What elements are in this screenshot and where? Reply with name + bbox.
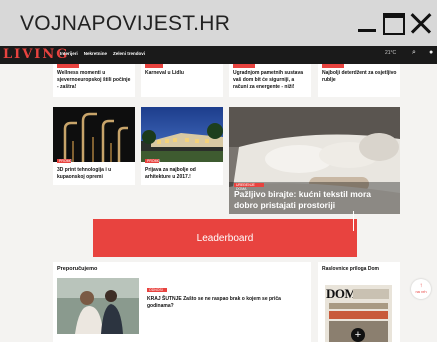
article-card[interactable]: Karneval u Lidlu [141,64,223,97]
leaderboard-ad[interactable]: Leaderboard [93,219,357,257]
article-image [141,107,223,162]
maximize-button[interactable] [383,13,405,35]
article-card[interactable]: PROMO 3D print tehnologija i u kupaonsko… [53,107,135,185]
article-title[interactable]: KRAJ ŠUTNJE Zašto se ne raspao brak o ko… [147,296,287,310]
window-titlebar: VOJNAPOVIJEST.HR [0,0,437,46]
minimize-button[interactable] [356,13,378,35]
search-icon[interactable]: ⌕ [412,49,416,57]
site-navbar: LIVING Interijeri Nekretnine Zeleni tren… [0,46,437,64]
article-card[interactable]: Najbolji deterdžent za osjetljivo rublje [318,64,400,97]
page-content: Wellness momenti u sjevernoeuropskoj šti… [0,64,437,342]
article-image [53,107,135,162]
nav-link-interijeri[interactable]: Interijeri [60,51,78,56]
sidebar-covers: Raslovnice priloga Dom DOM + [318,262,400,342]
article-card[interactable]: Wellness momenti u sjevernoeuropskoj šti… [53,64,135,97]
nav-link-zeleni-trendovi[interactable]: Zeleni trendovi [113,51,145,56]
article-title: Prijava za najbolje od arhitekture u 201… [145,167,196,180]
category-tag: ODNOSI [149,288,163,292]
back-to-top-button[interactable]: ↑ na vrh [411,279,431,299]
divider [353,211,354,231]
add-icon[interactable]: + [351,328,365,342]
sidebar-heading: Raslovnice priloga Dom [322,266,379,272]
nav-link-nekretnine[interactable]: Nekretnine [84,51,107,56]
article-card[interactable]: PROMO Prijava za najbolje od arhitekture… [141,107,223,185]
featured-article-card[interactable]: UREĐENJE DOMA Pažljivo birajte: kućni te… [229,107,400,214]
user-icon[interactable]: ● [429,49,433,56]
window-title: VOJNAPOVIJEST.HR [20,12,231,35]
article-card[interactable]: Ugradnjom pametnih sustava vaš dom bit ć… [229,64,311,97]
recommended-section: Preporučujemo ODNOSI KRAJ ŠUTNJE Zašto s… [53,262,311,342]
category-tag: PROMO [59,159,73,163]
weather-readout: 21°C [385,50,397,56]
close-button[interactable] [410,13,432,35]
article-image[interactable] [57,278,139,334]
featured-article-title: Pažljivo birajte: kućni tekstil mora dob… [234,189,371,210]
section-heading: Preporučujemo [57,266,98,272]
article-title: 3D print tehnologija i u kupaonskoj opre… [57,167,112,180]
category-tag: PROMO [147,159,161,163]
nav-links: Interijeri Nekretnine Zeleni trendovi [60,51,145,56]
